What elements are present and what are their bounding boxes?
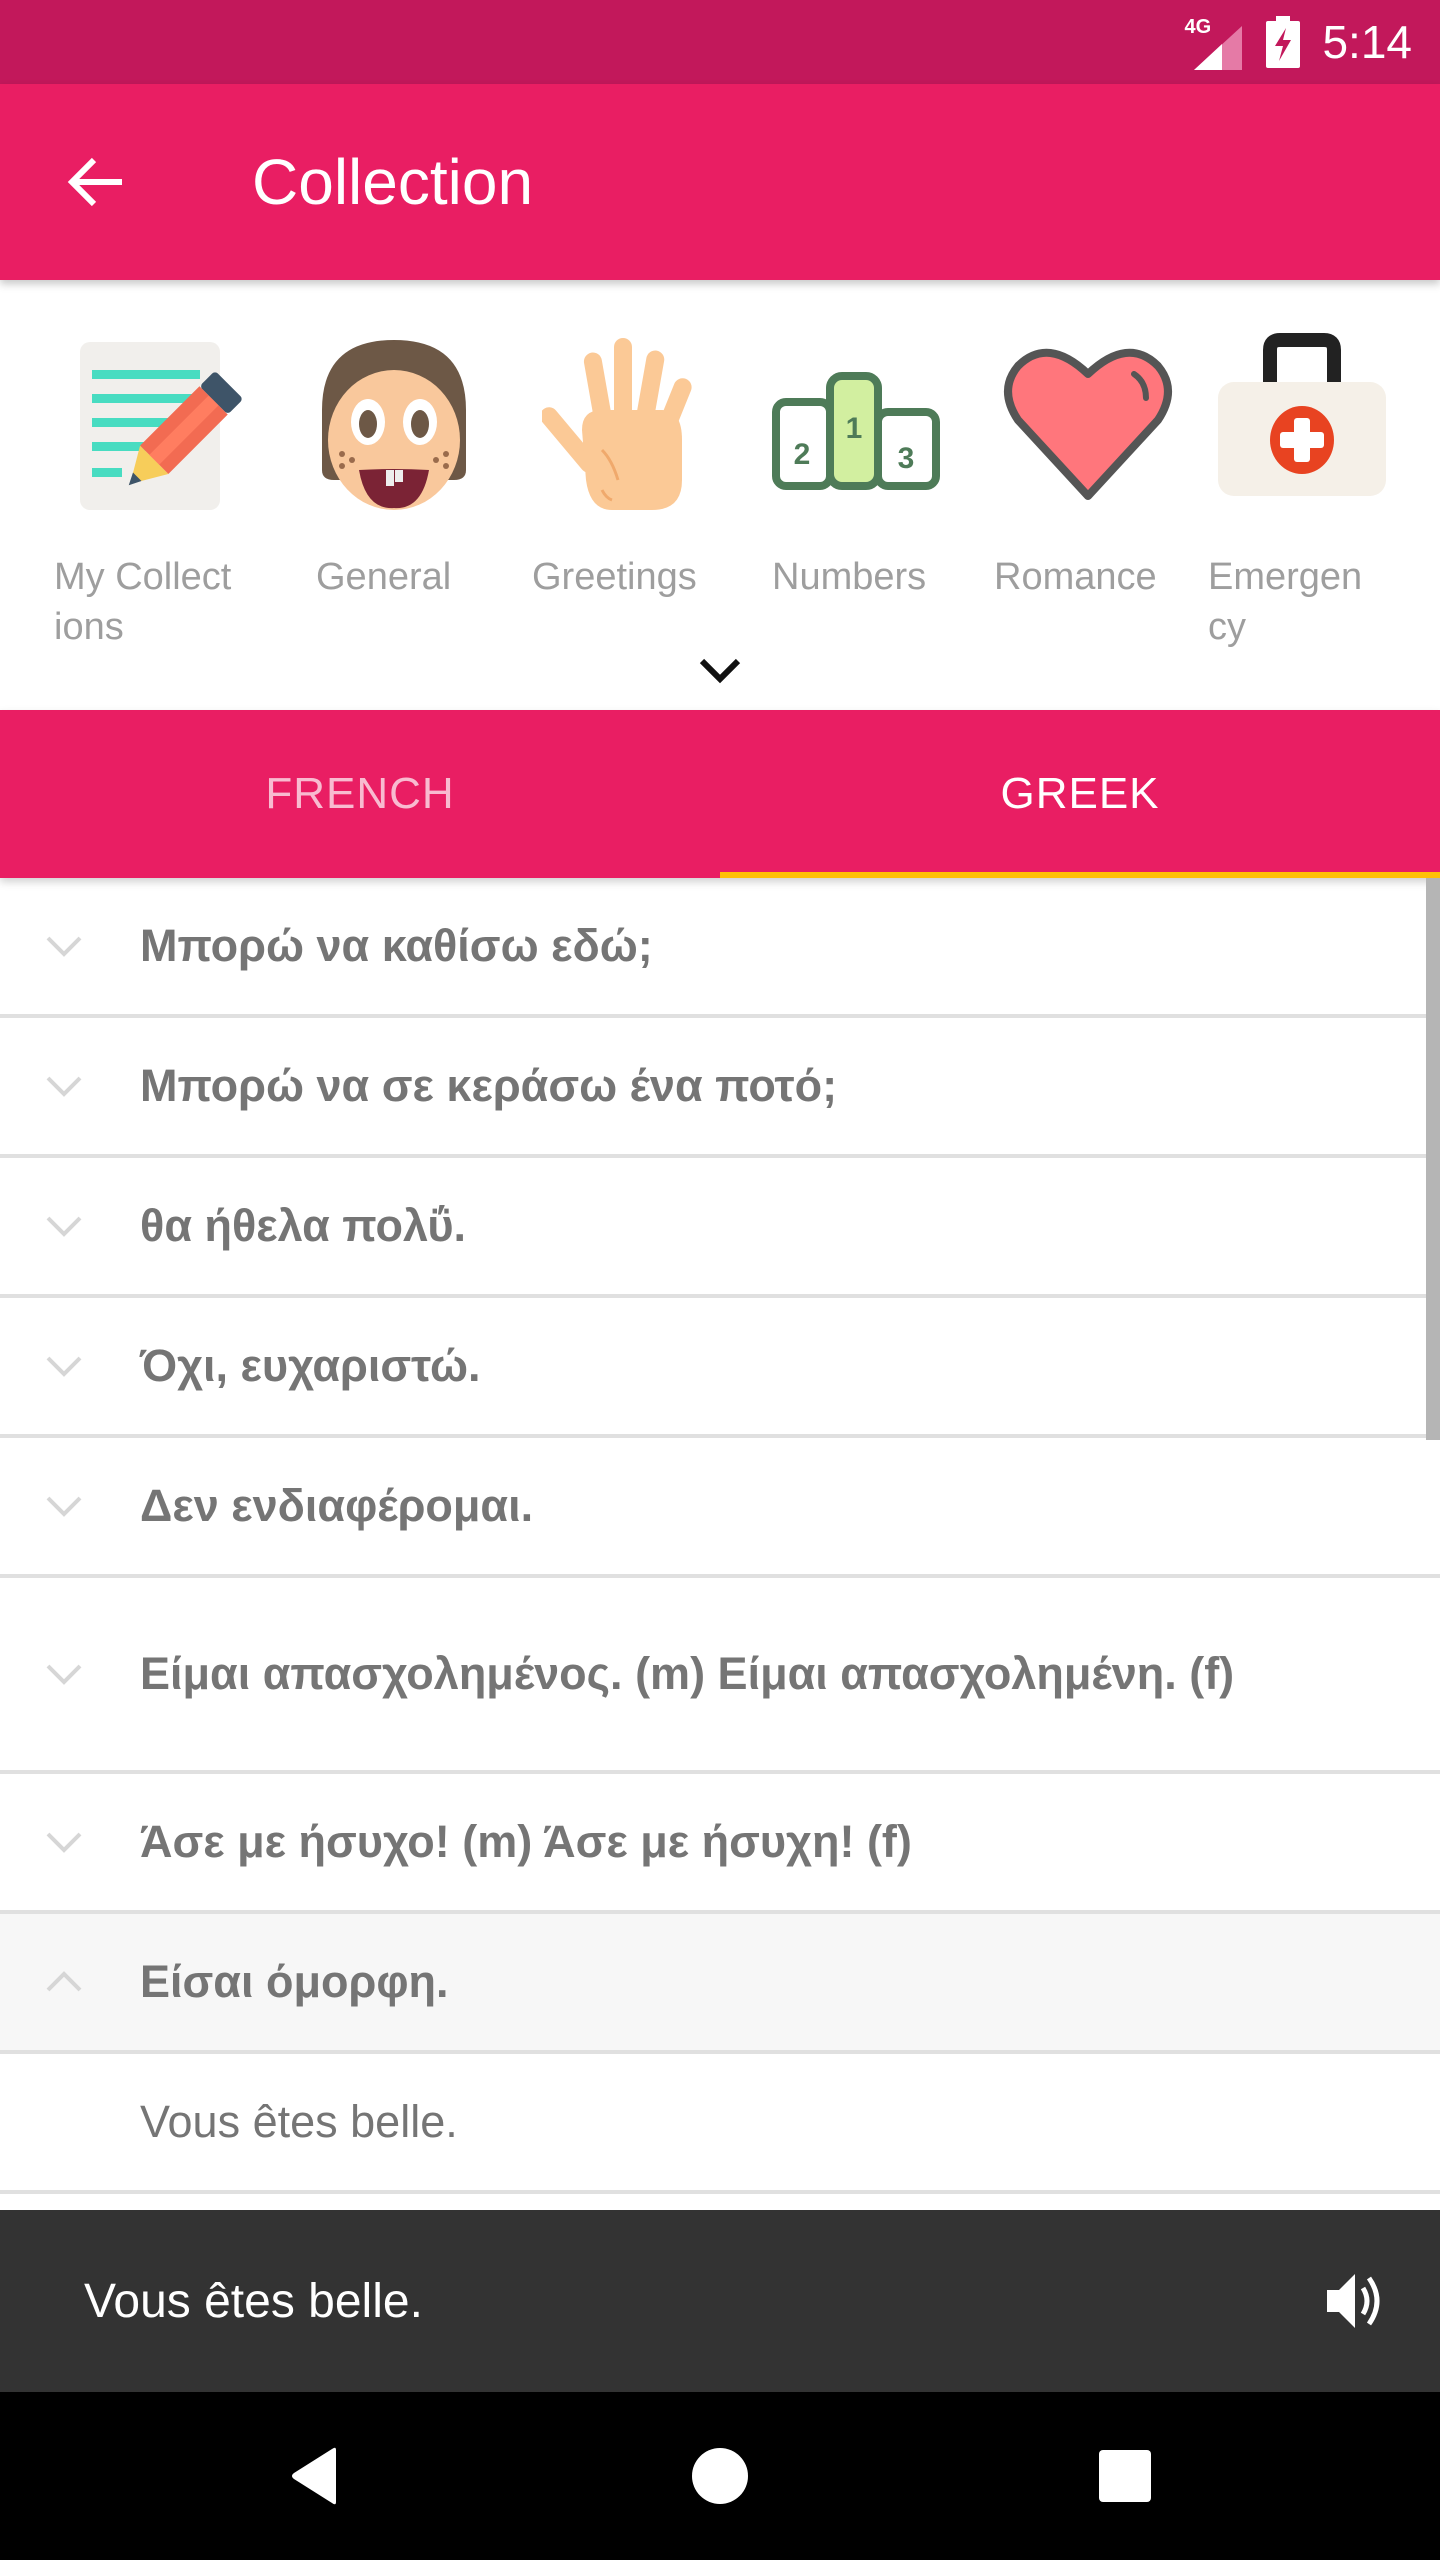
home-circle-icon [692, 2448, 748, 2504]
podium-icon: 2 1 3 [772, 372, 940, 490]
svg-text:2: 2 [794, 438, 811, 471]
nav-back-button[interactable] [276, 2436, 356, 2516]
tab-indicator [720, 872, 1440, 878]
phrase-text: Είμαι απασχολημένος. (m) Είμαι απασχολημ… [140, 1648, 1235, 1699]
tab-greek[interactable]: GREEK [720, 710, 1440, 878]
clock: 5:14 [1322, 16, 1412, 68]
phrase-row-expanded[interactable]: Είσαι όμορφη. [0, 1914, 1440, 2054]
chevron-down-icon [44, 1654, 84, 1694]
system-nav-bar [0, 2392, 1440, 2560]
chevron-down-icon [44, 1346, 84, 1386]
svg-text:3: 3 [898, 442, 915, 475]
phrase-row[interactable]: Μπορώ να σε κεράσω ένα ποτό; [0, 1018, 1440, 1158]
category-label: Romance [994, 556, 1157, 598]
phrase-row[interactable]: θα ήθελα πολΰ. [0, 1158, 1440, 1298]
tab-french[interactable]: FRENCH [0, 710, 720, 878]
heart-icon [1004, 348, 1172, 500]
face-icon [322, 340, 466, 510]
arrow-back-icon [67, 157, 122, 207]
phrase-translation[interactable]: Vous êtes belle. [0, 2054, 1440, 2194]
back-button[interactable] [56, 142, 136, 222]
phrase-row[interactable]: Είμαι απασχολημένος. (m) Είμαι απασχολημ… [0, 1578, 1440, 1774]
back-triangle-icon [292, 2447, 336, 2505]
chevron-up-icon [44, 1962, 84, 2002]
category-label: Numbers [772, 556, 927, 598]
phrase-row[interactable]: Όχι, ευχαριστώ. [0, 1298, 1440, 1438]
status-bar: 4G 5:14 [0, 0, 1440, 84]
phrase-row[interactable]: Μπορώ να καθίσω εδώ; [0, 878, 1440, 1018]
category-label: General [316, 556, 452, 598]
category-label: My Collect ions [54, 556, 232, 648]
app-bar: Collection [0, 84, 1440, 280]
snackbar-text: Vous êtes belle. [84, 2274, 423, 2328]
phrase-row[interactable]: Άσε με ήσυχο! (m) Άσε με ήσυχη! (f) [0, 1774, 1440, 1914]
phrase-text: Μπορώ να καθίσω εδώ; [140, 920, 653, 971]
nav-home-button[interactable] [680, 2436, 760, 2516]
chevron-down-icon [44, 1486, 84, 1526]
chevron-down-icon [44, 1066, 84, 1106]
translation-text: Vous êtes belle. [140, 2096, 458, 2147]
category-strip: My Collect ions General Greetings 2 1 3 … [0, 280, 1440, 710]
svg-text:1: 1 [846, 412, 863, 445]
phrase-text: θα ήθελα πολΰ. [140, 1200, 467, 1251]
play-audio-button[interactable] [1316, 2261, 1396, 2341]
phrase-text: Μπορώ να σε κεράσω ένα ποτό; [140, 1060, 838, 1111]
phrase-text: Όχι, ευχαριστώ. [140, 1340, 481, 1391]
notepad-pencil-icon [80, 342, 242, 510]
page-title: Collection [252, 146, 534, 218]
battery-charging-icon [1266, 16, 1301, 68]
language-tabs: FRENCH GREEK [0, 710, 1440, 878]
speaker-icon [1327, 2274, 1380, 2328]
playback-snackbar: Vous êtes belle. [0, 2210, 1440, 2392]
waving-hand-icon [542, 338, 692, 510]
signal-icon: 4G [1184, 14, 1244, 70]
category-label: Greetings [532, 556, 697, 598]
list-scrollbar[interactable] [1426, 878, 1440, 1440]
phrase-row[interactable]: Δεν ενδιαφέρομαι. [0, 1438, 1440, 1578]
phrase-list: Μπορώ να καθίσω εδώ; Μπορώ να σε κεράσω … [0, 878, 1440, 2210]
category-label: Emergen cy [1208, 556, 1363, 648]
expand-categories-button[interactable] [690, 640, 750, 700]
nav-recents-button[interactable] [1085, 2436, 1165, 2516]
chevron-down-icon [44, 1206, 84, 1246]
chevron-down-icon [44, 1822, 84, 1862]
chevron-down-icon [699, 658, 741, 684]
recents-square-icon [1099, 2450, 1151, 2502]
first-aid-kit-icon [1218, 333, 1386, 496]
phrase-text: Δεν ενδιαφέρομαι. [140, 1480, 534, 1531]
phrase-text: Άσε με ήσυχο! (m) Άσε με ήσυχη! (f) [140, 1816, 912, 1867]
phrase-text: Είσαι όμορφη. [140, 1956, 449, 2007]
chevron-down-icon [44, 926, 84, 966]
